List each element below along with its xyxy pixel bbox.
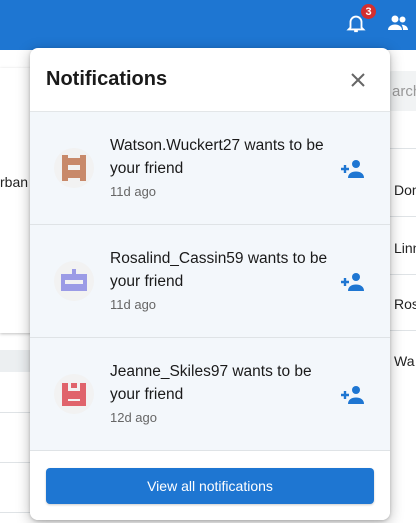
robot-avatar-icon bbox=[62, 383, 86, 406]
notification-time: 11d ago bbox=[110, 297, 157, 312]
notification-list: Watson.Wuckert27 wants to be your friend… bbox=[30, 112, 390, 451]
person-add-icon bbox=[341, 386, 364, 404]
avatar bbox=[54, 261, 94, 301]
notification-item[interactable]: Watson.Wuckert27 wants to be your friend… bbox=[30, 112, 390, 225]
notification-time: 12d ago bbox=[110, 410, 157, 425]
add-friend-button[interactable] bbox=[340, 271, 366, 293]
notification-message: Watson.Wuckert27 wants to be your friend bbox=[110, 137, 324, 177]
person-add-icon bbox=[341, 160, 364, 178]
notifications-popup: Notifications Watson.Wuckert27 wants to … bbox=[30, 48, 390, 520]
person-add-icon bbox=[341, 273, 364, 291]
avatar bbox=[54, 374, 94, 414]
notification-time: 11d ago bbox=[110, 184, 157, 199]
close-icon bbox=[351, 73, 365, 87]
list-item[interactable]: Ros bbox=[394, 296, 416, 312]
view-all-notifications-button[interactable]: View all notifications bbox=[46, 468, 374, 504]
background-list-right: arch Dom Linn Ros Wa bbox=[388, 68, 416, 523]
row-divider bbox=[388, 216, 416, 217]
row-divider bbox=[388, 148, 416, 149]
add-friend-button[interactable] bbox=[340, 158, 366, 180]
people-icon bbox=[388, 15, 408, 30]
row-divider bbox=[388, 330, 416, 331]
list-item[interactable]: Dom bbox=[394, 182, 416, 198]
notification-item[interactable]: Rosalind_Cassin59 wants to be your frien… bbox=[30, 225, 390, 338]
popup-title: Notifications bbox=[46, 68, 168, 90]
popup-footer: View all notifications bbox=[30, 451, 390, 520]
notification-count-badge: 3 bbox=[359, 2, 378, 21]
robot-avatar-icon bbox=[61, 269, 87, 291]
search-placeholder: arch bbox=[392, 83, 416, 100]
add-friend-button[interactable] bbox=[340, 384, 366, 406]
notification-message: Jeanne_Skiles97 wants to be your friend bbox=[110, 363, 312, 403]
friends-button[interactable] bbox=[383, 8, 413, 38]
list-item[interactable]: Linn bbox=[394, 240, 416, 256]
list-item[interactable]: Wa bbox=[394, 353, 414, 369]
row-divider bbox=[388, 274, 416, 275]
background-text: rban bbox=[0, 174, 29, 190]
close-button[interactable] bbox=[348, 70, 368, 90]
app-bar: 3 bbox=[0, 0, 416, 50]
avatar bbox=[54, 148, 94, 188]
robot-avatar-icon bbox=[62, 155, 86, 181]
notification-item[interactable]: Jeanne_Skiles97 wants to be your friend … bbox=[30, 338, 390, 451]
background-search-field[interactable]: arch bbox=[388, 71, 416, 111]
notification-message: Rosalind_Cassin59 wants to be your frien… bbox=[110, 250, 328, 290]
popup-header: Notifications bbox=[30, 48, 390, 112]
